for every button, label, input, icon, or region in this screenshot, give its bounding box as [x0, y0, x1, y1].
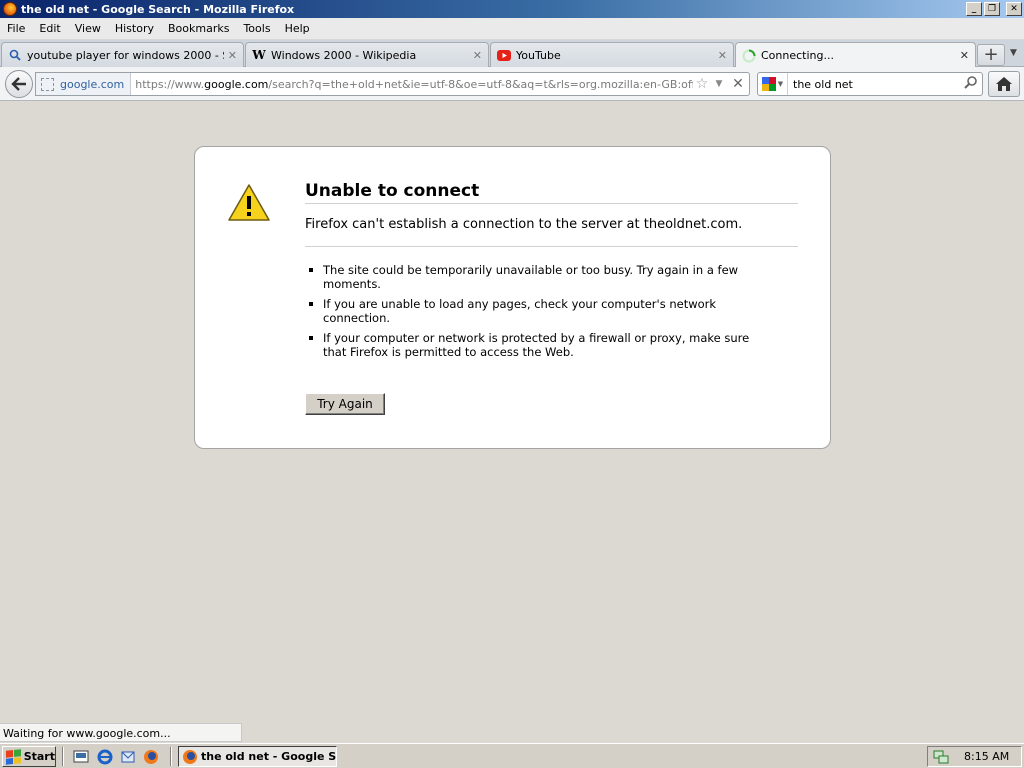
home-button[interactable] — [988, 71, 1020, 97]
search-engine-selector[interactable]: ▼ — [758, 73, 788, 95]
start-button[interactable]: Start — [2, 746, 56, 767]
title-bar: the old net - Google Search - Mozilla Fi… — [0, 0, 1024, 18]
search-icon[interactable] — [960, 75, 982, 93]
firefox-icon — [183, 749, 197, 764]
tab-list-icon[interactable]: ▼ — [1010, 48, 1017, 58]
outlook-express-icon[interactable] — [119, 748, 137, 766]
tab-label: Connecting... — [761, 49, 834, 62]
url-text[interactable]: https://www.google.com/search?q=the+old+… — [131, 78, 693, 91]
search-icon — [8, 48, 22, 62]
menu-view[interactable]: View — [68, 22, 108, 35]
error-title: Unable to connect — [305, 181, 798, 204]
taskbar-separator — [170, 747, 172, 766]
tab-youtube[interactable]: YouTube ✕ — [490, 42, 734, 67]
menu-bookmarks[interactable]: Bookmarks — [161, 22, 236, 35]
error-panel: Unable to connect Firefox can't establis… — [194, 146, 831, 449]
tab-wikipedia[interactable]: W Windows 2000 - Wikipedia ✕ — [245, 42, 489, 67]
list-item: The site could be temporarily unavailabl… — [305, 263, 775, 291]
menu-edit[interactable]: Edit — [32, 22, 67, 35]
home-icon — [996, 77, 1012, 91]
close-button[interactable]: ✕ — [1006, 2, 1022, 16]
menu-file[interactable]: File — [0, 22, 32, 35]
tab-google-search[interactable]: youtube player for windows 2000 - Sea...… — [1, 42, 244, 67]
firefox-quicklaunch-icon[interactable] — [142, 748, 160, 766]
back-button[interactable] — [5, 70, 33, 98]
windows-logo-icon — [6, 748, 21, 765]
close-tab-icon[interactable]: ✕ — [960, 49, 969, 62]
firefox-icon — [3, 2, 17, 16]
tab-label: YouTube — [516, 48, 561, 62]
taskbar-window-firefox[interactable]: the old net - Google S... — [178, 746, 337, 767]
minimize-button[interactable]: _ — [966, 2, 982, 16]
system-tray: 8:15 AM — [927, 746, 1022, 767]
internet-explorer-icon[interactable] — [96, 748, 114, 766]
network-icon[interactable] — [932, 749, 950, 765]
navigation-bar: google.com https://www.google.com/search… — [0, 67, 1024, 101]
menu-history[interactable]: History — [108, 22, 161, 35]
show-desktop-icon[interactable] — [72, 748, 90, 766]
close-tab-icon[interactable]: ✕ — [228, 49, 237, 62]
back-arrow-icon — [11, 77, 26, 91]
site-identity-icon — [41, 77, 54, 91]
status-bar: Waiting for www.google.com... — [0, 723, 242, 742]
clock[interactable]: 8:15 AM — [964, 750, 1009, 763]
taskbar-window-label: the old net - Google S... — [201, 750, 337, 763]
taskbar: Start the old net - Google S... 8:15 AM — [0, 743, 1024, 768]
list-item: If you are unable to load any pages, che… — [305, 297, 775, 325]
menu-bar: File Edit View History Bookmarks Tools H… — [0, 18, 1024, 40]
search-input[interactable]: the old net — [788, 78, 960, 91]
tab-label: youtube player for windows 2000 - Sea... — [27, 48, 224, 62]
bookmark-star-icon[interactable]: ☆ — [693, 76, 711, 92]
window-title: the old net - Google Search - Mozilla Fi… — [21, 2, 295, 16]
error-suggestions: The site could be temporarily unavailabl… — [305, 263, 775, 365]
url-host: google.com — [204, 77, 269, 91]
url-prefix: https://www. — [135, 77, 205, 91]
taskbar-separator — [62, 747, 64, 766]
list-item: If your computer or network is protected… — [305, 331, 775, 359]
window-controls: _ ❐ ✕ — [966, 2, 1022, 16]
new-tab-button[interactable]: + — [977, 44, 1005, 66]
tab-connecting[interactable]: Connecting... ✕ — [735, 42, 976, 68]
stop-icon[interactable]: ✕ — [727, 76, 749, 92]
url-bar[interactable]: google.com https://www.google.com/search… — [35, 72, 750, 96]
page-content: Unable to connect Firefox can't establis… — [0, 102, 1024, 743]
tab-strip: youtube player for windows 2000 - Sea...… — [0, 40, 1024, 68]
wikipedia-icon: W — [252, 48, 266, 62]
youtube-icon — [497, 48, 511, 62]
url-history-dropdown-icon[interactable]: ▼ — [711, 79, 727, 89]
warning-icon — [228, 184, 270, 221]
close-tab-icon[interactable]: ✕ — [473, 49, 482, 62]
menu-tools[interactable]: Tools — [236, 22, 277, 35]
search-bar[interactable]: ▼ the old net — [757, 72, 983, 96]
url-path: /search?q=the+old+net&ie=utf-8&oe=utf-8&… — [268, 77, 693, 91]
site-identity-button[interactable]: google.com — [36, 73, 132, 95]
loading-spinner-icon — [742, 49, 756, 63]
google-icon — [761, 77, 776, 91]
tab-label: Windows 2000 - Wikipedia — [271, 48, 417, 62]
try-again-button[interactable]: Try Again — [305, 393, 385, 415]
restore-button[interactable]: ❐ — [984, 2, 1000, 16]
error-description: Firefox can't establish a connection to … — [305, 217, 798, 247]
close-tab-icon[interactable]: ✕ — [718, 49, 727, 62]
engine-dropdown-icon: ▼ — [777, 80, 784, 88]
start-label: Start — [23, 750, 55, 763]
menu-help[interactable]: Help — [278, 22, 317, 35]
identity-label: google.com — [60, 77, 125, 91]
